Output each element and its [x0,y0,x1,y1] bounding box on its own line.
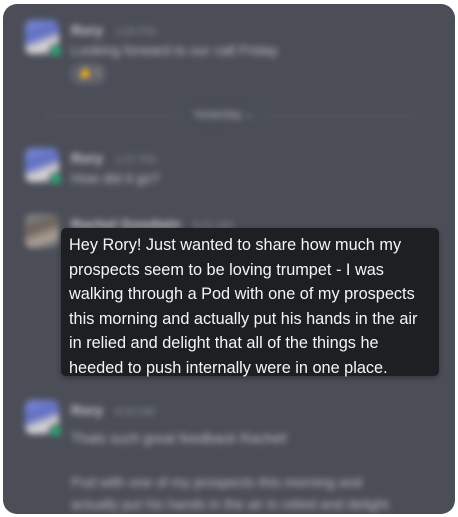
reaction-pill[interactable]: 👍 1 [71,64,105,84]
message-text-line: actually put his hands in the air in rel… [71,496,389,512]
avatar[interactable] [25,214,59,248]
presence-dot-icon [49,424,63,438]
date-divider-label[interactable]: Yesterday ⌄ [183,106,264,123]
message-text-line: Thats such great feedback Rachel! [71,430,288,446]
tooltip-text: Hey Rory! Just wanted to share how much … [69,236,418,377]
message-timestamp[interactable]: 9:43 AM [115,406,155,418]
reaction-label: 👍 1 [78,67,101,79]
message-timestamp[interactable]: 1:07 PM [115,154,156,166]
presence-dot-icon [49,172,63,186]
message-text-line: Pod with one of my prospects this mornin… [71,474,363,490]
sender-name[interactable]: Rory [71,402,103,418]
message-text: Looking forward to our call Friday [71,42,278,58]
sender-name[interactable]: Rory [71,22,103,38]
message-timestamp[interactable]: 1:05 PM [115,26,156,38]
message-preview-tooltip: Hey Rory! Just wanted to share how much … [61,228,439,377]
sender-name[interactable]: Rory [71,150,103,166]
message-text: How did it go? [71,170,160,186]
presence-dot-icon [49,44,63,58]
